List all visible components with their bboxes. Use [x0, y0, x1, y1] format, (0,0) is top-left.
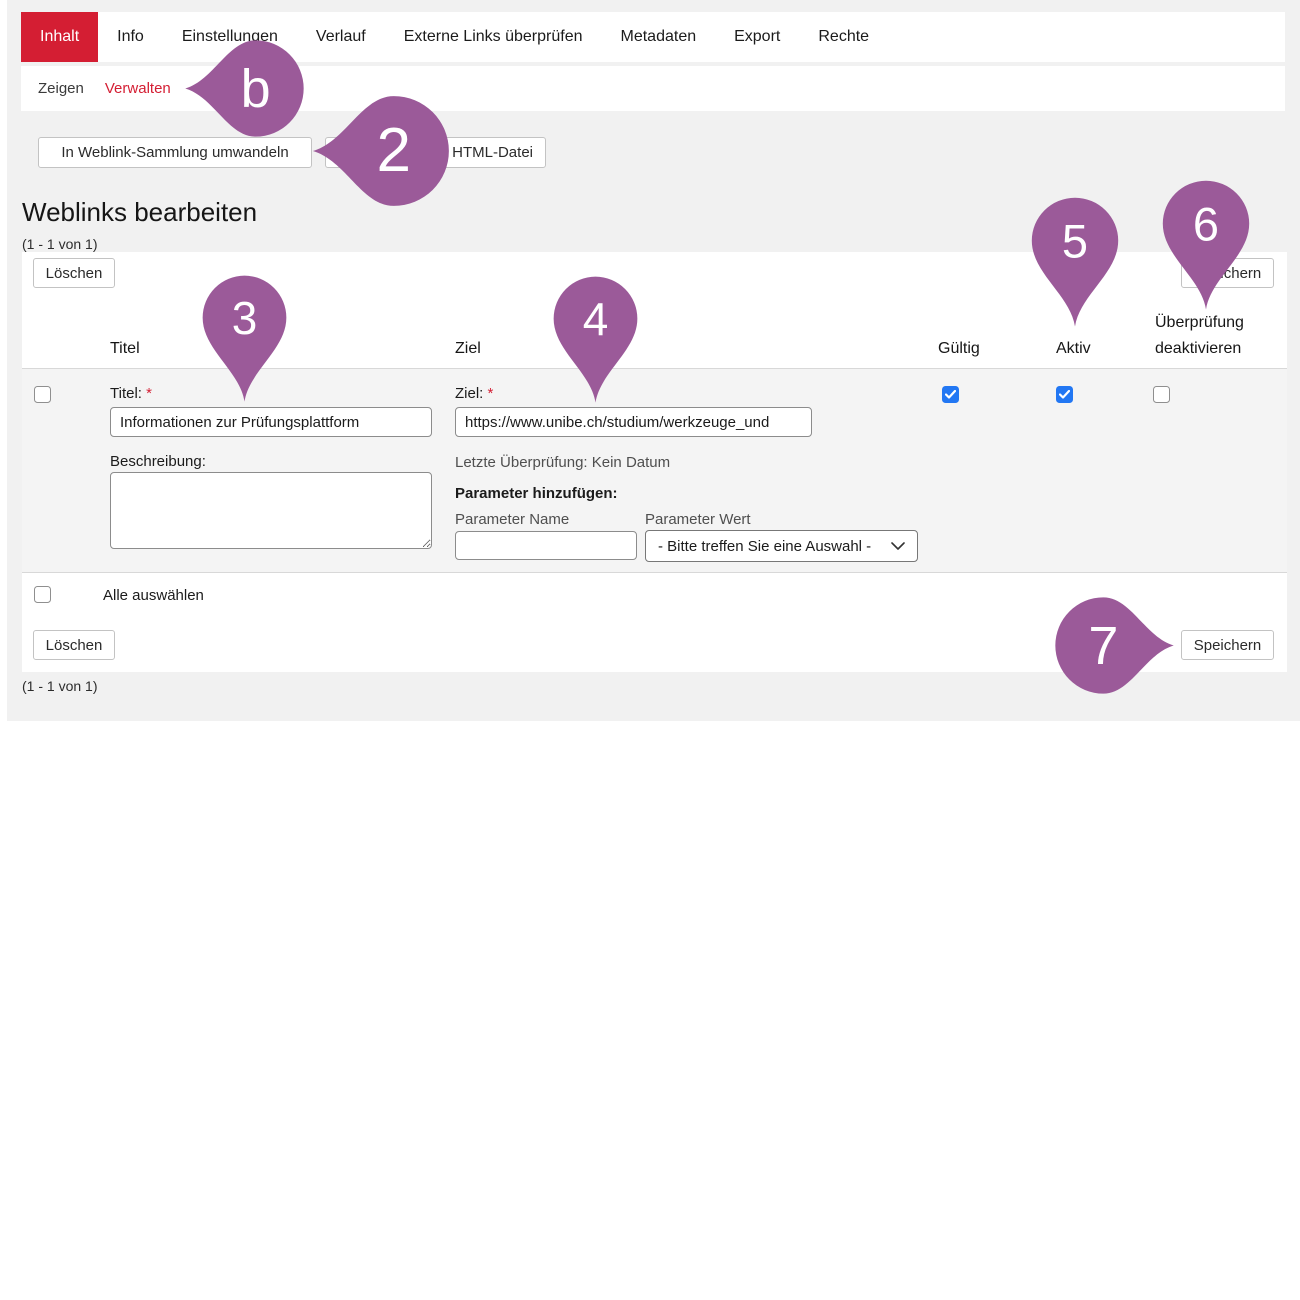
- checkmark-icon: [1059, 390, 1070, 399]
- chevron-down-icon: [891, 542, 905, 550]
- main-tab-bar: Inhalt Info Einstellungen Verlauf Extern…: [21, 12, 1285, 62]
- parameter-value-label: Parameter Wert: [645, 511, 751, 528]
- column-header-aktiv: Aktiv: [1056, 336, 1091, 362]
- title-label-text: Titel:: [110, 385, 142, 402]
- tab-rechte[interactable]: Rechte: [799, 12, 888, 62]
- sub-tab-bar: Zeigen Verwalten: [21, 66, 1285, 111]
- delete-button-bottom[interactable]: Löschen: [33, 630, 115, 660]
- title-input[interactable]: [110, 407, 432, 437]
- delete-button-top[interactable]: Löschen: [33, 258, 115, 288]
- valid-checkbox[interactable]: [942, 386, 959, 403]
- tab-export[interactable]: Export: [715, 12, 799, 62]
- tab-externe-links-ueberpruefen[interactable]: Externe Links überprüfen: [385, 12, 602, 62]
- required-asterisk: *: [146, 385, 152, 402]
- parameter-value-select[interactable]: - Bitte treffen Sie eine Auswahl -: [645, 530, 918, 562]
- tab-inhalt[interactable]: Inhalt: [21, 12, 98, 62]
- column-header-ueberpruefung-deaktivieren: Überprüfung deaktivieren: [1155, 310, 1244, 362]
- item-count-bottom: (1 - 1 von 1): [22, 678, 97, 694]
- column-header-gueltig: Gültig: [938, 336, 980, 362]
- add-parameter-label: Parameter hinzufügen:: [455, 485, 618, 502]
- item-count-top: (1 - 1 von 1): [22, 236, 97, 252]
- parameter-name-label: Parameter Name: [455, 511, 569, 528]
- tab-einstellungen[interactable]: Einstellungen: [163, 12, 297, 62]
- screen: Inhalt Info Einstellungen Verlauf Extern…: [0, 0, 1300, 1300]
- select-all-checkbox[interactable]: [34, 586, 51, 603]
- row-divider: [22, 572, 1287, 573]
- disable-check-checkbox[interactable]: [1153, 386, 1170, 403]
- subtab-zeigen[interactable]: Zeigen: [38, 80, 84, 97]
- weblinks-table: Löschen Speichern Titel Ziel Gültig Akti…: [22, 252, 1287, 672]
- description-label: Beschreibung:: [110, 453, 206, 470]
- column-header-titel: Titel: [110, 336, 140, 362]
- save-button-top[interactable]: Speichern: [1181, 258, 1274, 288]
- required-asterisk: *: [488, 385, 494, 402]
- active-checkbox[interactable]: [1056, 386, 1073, 403]
- select-value: - Bitte treffen Sie eine Auswahl -: [658, 538, 871, 555]
- tab-verlauf[interactable]: Verlauf: [297, 12, 385, 62]
- column-header-ziel: Ziel: [455, 336, 481, 362]
- last-check-status: Letzte Überprüfung: Kein Datum: [455, 454, 670, 471]
- convert-to-collection-button[interactable]: In Weblink-Sammlung umwandeln: [38, 137, 312, 168]
- checkmark-icon: [945, 390, 956, 399]
- save-button-bottom[interactable]: Speichern: [1181, 630, 1274, 660]
- row-select-checkbox[interactable]: [34, 386, 51, 403]
- select-all-label: Alle auswählen: [103, 587, 204, 604]
- target-label-text: Ziel:: [455, 385, 483, 402]
- description-textarea[interactable]: [110, 472, 432, 549]
- page-title: Weblinks bearbeiten: [22, 197, 257, 228]
- column-header-line2: deaktivieren: [1155, 336, 1244, 362]
- parameter-name-input[interactable]: [455, 531, 637, 560]
- column-header-line1: Überprüfung: [1155, 310, 1244, 336]
- target-input[interactable]: [455, 407, 812, 437]
- tab-metadaten[interactable]: Metadaten: [602, 12, 716, 62]
- title-label: Titel: *: [110, 385, 152, 402]
- target-label: Ziel: *: [455, 385, 493, 402]
- export-html-button[interactable]: s HTML-Datei: [325, 137, 546, 168]
- tab-info[interactable]: Info: [98, 12, 163, 62]
- subtab-verwalten[interactable]: Verwalten: [105, 80, 171, 97]
